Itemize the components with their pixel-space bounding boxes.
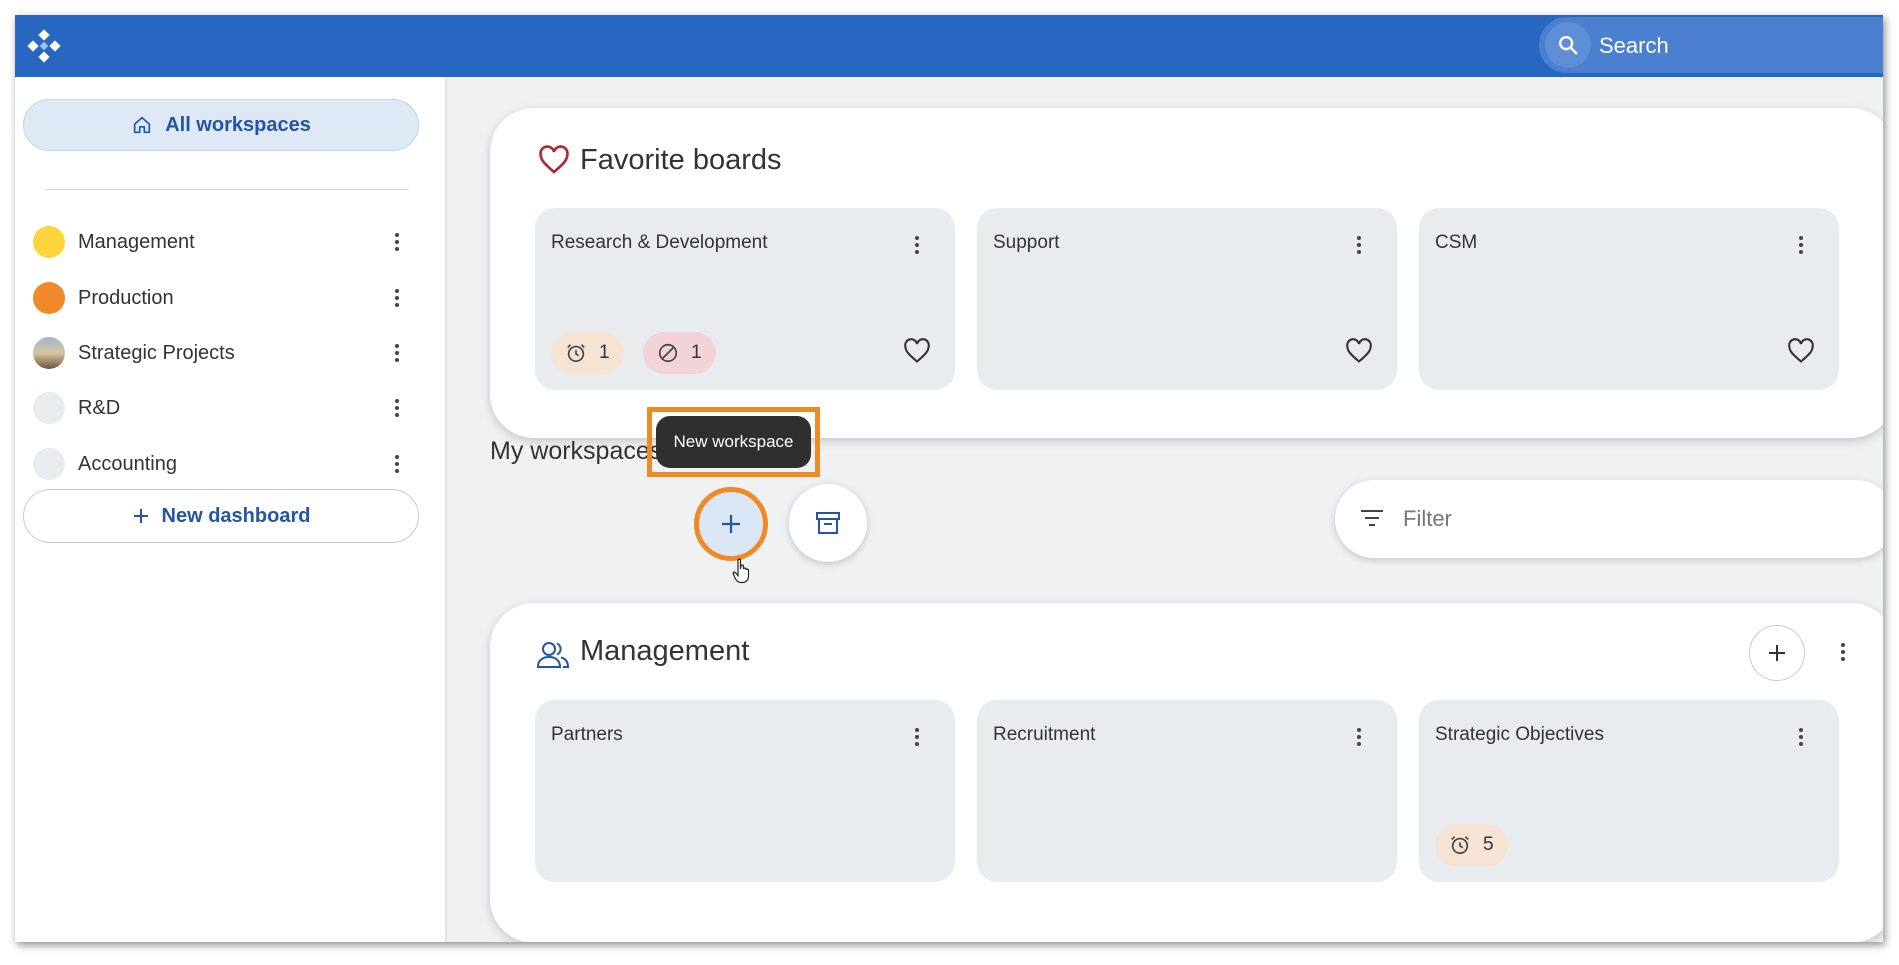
alarm-count-chip[interactable]: 1 [551, 332, 624, 374]
add-board-button[interactable] [1749, 625, 1805, 681]
more-vertical-icon[interactable] [1349, 722, 1369, 752]
group-icon [536, 642, 570, 668]
blocked-count-chip[interactable]: 1 [643, 332, 716, 374]
board-card-research-development[interactable]: Research & Development 1 1 [535, 208, 955, 390]
alarm-count-chip[interactable]: 5 [1435, 824, 1508, 866]
workspace-color-dot [33, 226, 65, 258]
board-name: Recruitment [993, 724, 1096, 745]
search-label[interactable]: Search [1599, 33, 1669, 59]
alarm-count: 5 [1483, 834, 1494, 855]
alarm-count: 1 [599, 342, 610, 363]
top-bar: Search [15, 15, 1883, 77]
board-name: Support [993, 232, 1060, 253]
more-vertical-icon[interactable] [385, 283, 409, 313]
filter-input[interactable]: Filter [1335, 480, 1883, 558]
sidebar-item-label: Strategic Projects [78, 342, 235, 364]
heart-icon[interactable] [903, 338, 931, 364]
new-dashboard-button[interactable]: New dashboard [23, 489, 419, 543]
board-card-csm[interactable]: CSM [1419, 208, 1839, 390]
sidebar-item-accounting[interactable]: Accounting [15, 441, 445, 487]
workspace-image-avatar [33, 337, 65, 369]
board-card-partners[interactable]: Partners [535, 700, 955, 882]
workspace-color-dot [33, 448, 65, 480]
board-card-strategic-objectives[interactable]: Strategic Objectives 5 [1419, 700, 1839, 882]
blocked-icon [658, 343, 678, 363]
archive-icon [816, 512, 840, 534]
heart-icon [539, 145, 569, 174]
sidebar-divider [45, 189, 409, 190]
my-workspaces-label: My workspaces [490, 437, 663, 465]
heart-icon[interactable] [1787, 338, 1815, 364]
sidebar-item-label: Management [78, 231, 195, 253]
workspace-color-dot [33, 392, 65, 424]
more-vertical-icon[interactable] [1349, 230, 1369, 260]
heart-icon[interactable] [1345, 338, 1373, 364]
more-vertical-icon[interactable] [385, 393, 409, 423]
search-icon[interactable] [1545, 22, 1591, 68]
board-name: CSM [1435, 232, 1478, 253]
sidebar-item-production[interactable]: Production [15, 275, 445, 321]
more-vertical-icon[interactable] [1791, 722, 1811, 752]
tooltip-highlight: New workspace [647, 407, 820, 477]
filter-placeholder: Filter [1403, 506, 1452, 531]
plus-icon [133, 509, 148, 523]
home-icon [134, 116, 151, 134]
plus-icon [1769, 645, 1785, 661]
alarm-clock-icon [1451, 836, 1469, 855]
sidebar-item-label: Production [78, 287, 174, 309]
more-vertical-icon[interactable] [385, 227, 409, 257]
new-workspace-button[interactable] [694, 487, 768, 561]
all-workspaces-button[interactable]: All workspaces [23, 99, 419, 151]
more-vertical-icon[interactable] [385, 338, 409, 368]
archive-button[interactable] [789, 484, 867, 562]
board-card-support[interactable]: Support [977, 208, 1397, 390]
favorite-boards-panel: Favorite boards Research & Development 1… [490, 108, 1883, 438]
plus-icon [722, 515, 740, 533]
sidebar-item-label: Accounting [78, 453, 177, 475]
more-vertical-icon[interactable] [1791, 230, 1811, 260]
app-logo-icon[interactable] [27, 29, 61, 63]
sidebar: All workspaces Management Production Str… [15, 77, 447, 942]
hand-cursor-icon [732, 558, 750, 584]
board-name: Strategic Objectives [1435, 724, 1604, 745]
alarm-clock-icon [567, 344, 585, 363]
workspace-color-dot [33, 282, 65, 314]
search-box[interactable]: Search [1539, 17, 1883, 73]
filter-icon [1361, 510, 1383, 526]
board-card-recruitment[interactable]: Recruitment [977, 700, 1397, 882]
more-vertical-icon[interactable] [385, 449, 409, 479]
management-workspace-panel: Management Partners Recruitment Strategi… [490, 603, 1883, 942]
new-dashboard-label: New dashboard [161, 504, 311, 527]
more-vertical-icon[interactable] [907, 722, 927, 752]
blocked-count: 1 [691, 342, 702, 363]
app-window: Search All workspaces Management Product… [15, 15, 1883, 942]
sidebar-item-rd[interactable]: R&D [15, 385, 445, 431]
management-title: Management [580, 635, 750, 667]
new-workspace-tooltip: New workspace [656, 416, 811, 468]
more-vertical-icon[interactable] [907, 230, 927, 260]
all-workspaces-label: All workspaces [165, 113, 311, 136]
sidebar-item-strategic-projects[interactable]: Strategic Projects [15, 330, 445, 376]
sidebar-item-management[interactable]: Management [15, 219, 445, 265]
board-name: Research & Development [551, 232, 768, 253]
more-vertical-icon[interactable] [1833, 637, 1853, 667]
board-name: Partners [551, 724, 623, 745]
favorite-boards-title: Favorite boards [580, 144, 782, 176]
sidebar-item-label: R&D [78, 397, 121, 419]
